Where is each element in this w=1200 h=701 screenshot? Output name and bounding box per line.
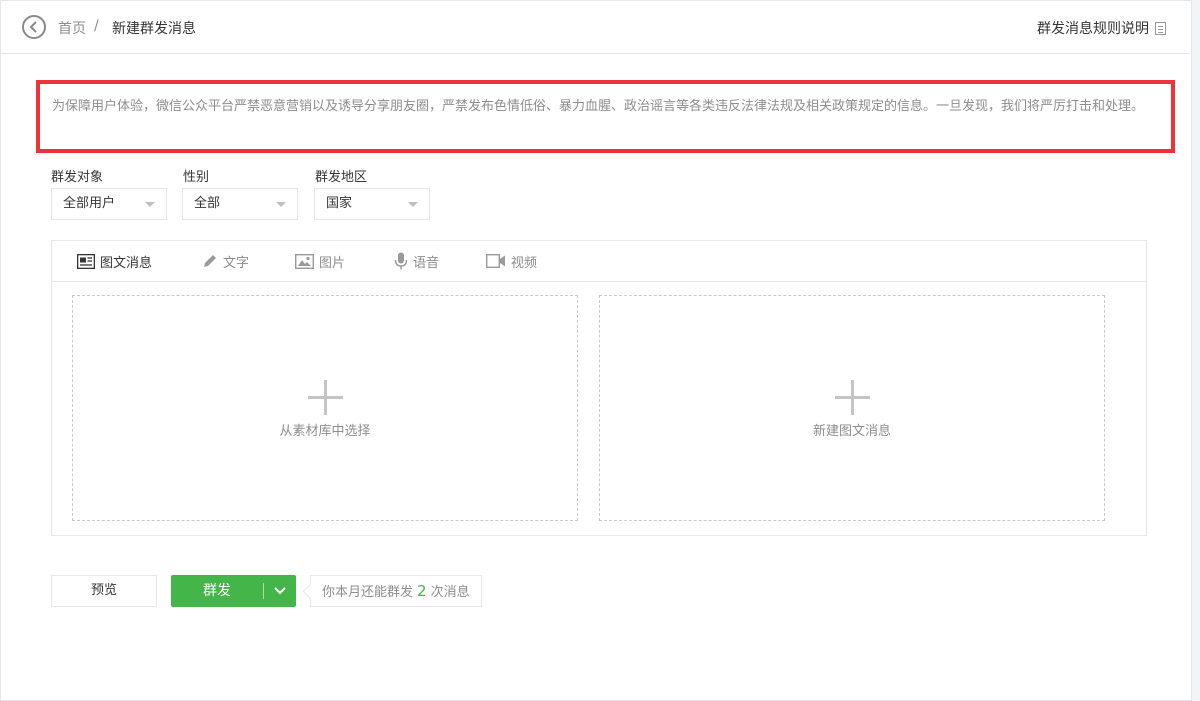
gender-select-value: 全部 — [194, 196, 221, 211]
tab-image-label: 图片 — [319, 255, 346, 271]
gender-select[interactable]: 全部 — [182, 188, 298, 220]
message-editor: 图文消息 文字 图片 语音 视频 从素材库中选择 新建图文消息 — [51, 240, 1147, 536]
gender-label: 性别 — [183, 170, 210, 185]
video-icon — [486, 254, 505, 268]
scrollbar[interactable] — [1191, 0, 1200, 701]
pencil-icon — [204, 255, 216, 267]
tab-news-label: 图文消息 — [100, 255, 153, 271]
quota-tooltip: 你本月还能群发 2 次消息 — [310, 575, 482, 607]
chevron-down-icon — [274, 587, 286, 595]
target-label: 群发对象 — [51, 170, 104, 185]
choose-from-library-area[interactable]: 从素材库中选择 — [72, 295, 578, 521]
back-button[interactable] — [22, 15, 46, 39]
tab-video-label: 视频 — [511, 255, 538, 271]
rules-link-label: 群发消息规则说明 — [1037, 21, 1149, 37]
breadcrumb-separator: / — [94, 18, 99, 34]
message-type-tabs: 图文消息 文字 图片 语音 视频 — [52, 241, 1146, 282]
create-news-label: 新建图文消息 — [812, 424, 891, 439]
create-news-area[interactable]: 新建图文消息 — [599, 295, 1105, 521]
plus-icon-bar — [308, 396, 343, 399]
breadcrumb-home-link[interactable]: 首页 — [58, 18, 86, 38]
send-button-group: 群发 — [171, 575, 296, 607]
caret-down-icon — [408, 202, 418, 207]
region-select[interactable]: 国家 — [314, 188, 430, 220]
target-select[interactable]: 全部用户 — [51, 188, 167, 220]
news-icon — [77, 253, 95, 269]
document-icon — [1155, 21, 1166, 35]
tab-text[interactable]: 文字 — [202, 252, 250, 271]
quota-prefix: 你本月还能群发 — [322, 585, 414, 600]
region-label: 群发地区 — [315, 170, 368, 185]
choose-from-library-label: 从素材库中选择 — [279, 424, 371, 439]
tab-video[interactable]: 视频 — [486, 252, 538, 271]
microphone-icon — [394, 252, 408, 270]
send-options-dropdown[interactable] — [264, 575, 296, 607]
policy-notice: 为保障用户体验，微信公众平台严禁恶意营销以及诱导分享朋友圈，严禁发布色情低俗、暴… — [36, 80, 1175, 153]
caret-down-icon — [145, 202, 155, 207]
tab-voice[interactable]: 语音 — [394, 252, 440, 271]
tab-voice-label: 语音 — [413, 255, 440, 271]
tab-text-label: 文字 — [223, 255, 250, 271]
quota-suffix: 次消息 — [430, 585, 470, 600]
plus-icon-bar — [835, 396, 870, 399]
chevron-left-icon — [29, 21, 37, 33]
caret-down-icon — [276, 202, 286, 207]
preview-button[interactable]: 预览 — [51, 575, 157, 607]
tab-image[interactable]: 图片 — [295, 252, 346, 271]
image-icon — [295, 253, 314, 269]
rules-link[interactable]: 群发消息规则说明 — [1037, 18, 1166, 38]
quota-count: 2 — [417, 582, 427, 600]
target-select-value: 全部用户 — [63, 196, 116, 211]
header-bar: 首页 / 新建群发消息 群发消息规则说明 — [1, 1, 1189, 54]
tab-news[interactable]: 图文消息 — [77, 252, 153, 271]
region-select-value: 国家 — [326, 196, 353, 211]
page-title: 新建群发消息 — [112, 21, 196, 37]
send-button[interactable]: 群发 — [171, 575, 263, 607]
